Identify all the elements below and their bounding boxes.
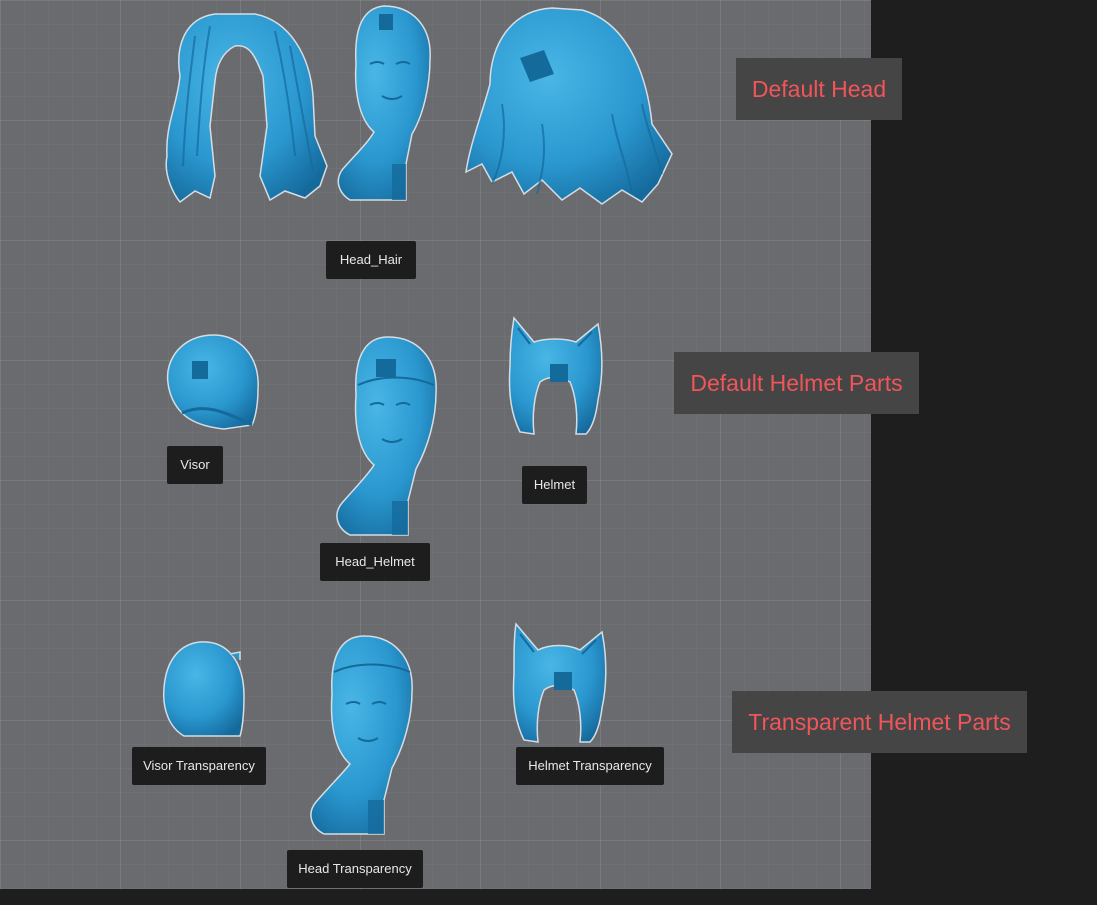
head-transparency-label: Head Transparency: [287, 850, 423, 888]
hair-back-model[interactable]: [462, 4, 674, 208]
visor-transparency-label: Visor Transparency: [132, 747, 266, 785]
head-hair-model[interactable]: [332, 4, 436, 204]
helmet-model[interactable]: [506, 316, 604, 436]
section-default-head: Default Head: [736, 58, 902, 120]
helmet-label: Helmet: [522, 466, 587, 504]
visor-label: Visor: [167, 446, 223, 484]
visor-transparency-model[interactable]: [160, 640, 246, 740]
section-default-helmet-parts: Default Helmet Parts: [674, 352, 919, 414]
head-transparency-model[interactable]: [304, 634, 416, 840]
hair-front-model[interactable]: [155, 6, 333, 204]
head-helmet-model[interactable]: [330, 335, 440, 541]
helmet-transparency-label: Helmet Transparency: [516, 747, 664, 785]
section-transparent-helmet-parts: Transparent Helmet Parts: [732, 691, 1027, 753]
visor-model[interactable]: [164, 333, 262, 431]
head-hair-label: Head_Hair: [326, 241, 416, 279]
head-helmet-label: Head_Helmet: [320, 543, 430, 581]
helmet-transparency-model[interactable]: [510, 622, 608, 744]
3d-viewport[interactable]: Head_Hair Default Head Visor Helmet Head…: [0, 0, 919, 889]
